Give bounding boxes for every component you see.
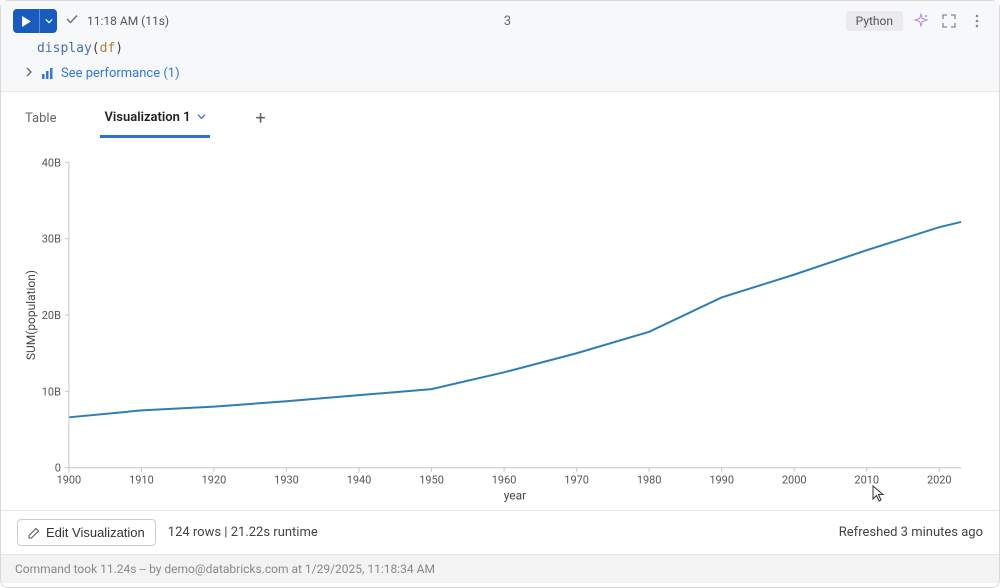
run-button[interactable] xyxy=(13,9,39,33)
run-button-group xyxy=(13,9,57,33)
line-chart[interactable]: 010B20B30B40B 19001910192019301940195019… xyxy=(21,148,979,510)
tab-viz-label: Visualization 1 xyxy=(104,110,190,125)
expand-icon[interactable] xyxy=(939,11,959,31)
svg-text:1980: 1980 xyxy=(637,474,662,487)
svg-text:1950: 1950 xyxy=(419,474,444,487)
more-menu-icon[interactable] xyxy=(967,11,987,31)
performance-link-text: See performance (1) xyxy=(61,66,180,81)
see-performance-link[interactable]: See performance (1) xyxy=(41,66,180,81)
code-cell[interactable]: display(df) xyxy=(1,37,999,60)
performance-row: See performance (1) xyxy=(1,60,999,92)
success-check-icon xyxy=(65,12,79,30)
population-line xyxy=(69,222,961,417)
play-icon xyxy=(21,16,32,27)
language-badge[interactable]: Python xyxy=(846,11,903,31)
edit-viz-label: Edit Visualization xyxy=(46,525,145,540)
svg-text:2010: 2010 xyxy=(854,474,879,487)
chevron-down-icon xyxy=(197,112,206,124)
svg-text:20B: 20B xyxy=(42,309,61,322)
y-axis-title: SUM(population) xyxy=(24,270,38,360)
output-tabs: Table Visualization 1 + xyxy=(1,100,999,138)
svg-text:1960: 1960 xyxy=(492,474,517,487)
bar-chart-icon xyxy=(41,68,55,80)
svg-text:2020: 2020 xyxy=(927,474,952,487)
svg-text:1990: 1990 xyxy=(709,474,734,487)
svg-text:1970: 1970 xyxy=(564,474,589,487)
assistant-sparkle-icon[interactable] xyxy=(911,11,931,31)
svg-text:1920: 1920 xyxy=(202,474,227,487)
cell-number: 3 xyxy=(177,14,838,29)
svg-text:1910: 1910 xyxy=(129,474,154,487)
code-argument: df xyxy=(100,41,116,56)
svg-text:1900: 1900 xyxy=(57,474,82,487)
run-dropdown[interactable] xyxy=(39,9,57,33)
code-function: display xyxy=(37,41,92,56)
viz-footer: Edit Visualization 124 rows | 21.22s run… xyxy=(1,510,999,554)
chevron-down-icon xyxy=(45,17,53,25)
edit-visualization-button[interactable]: Edit Visualization xyxy=(17,519,156,546)
expand-chevron-icon[interactable] xyxy=(25,67,33,80)
tab-table[interactable]: Table xyxy=(21,101,60,136)
rows-runtime-info: 124 rows | 21.22s runtime xyxy=(168,525,318,540)
chart-container: 010B20B30B40B 19001910192019301940195019… xyxy=(1,138,999,510)
pencil-icon xyxy=(28,527,40,539)
refreshed-time: Refreshed 3 minutes ago xyxy=(839,525,983,540)
add-tab-button[interactable]: + xyxy=(250,102,272,135)
x-axis-title: year xyxy=(504,489,526,503)
execution-time: 11:18 AM (11s) xyxy=(87,14,169,28)
tab-visualization-1[interactable]: Visualization 1 xyxy=(100,100,209,138)
svg-text:10B: 10B xyxy=(42,385,61,398)
svg-text:2000: 2000 xyxy=(782,474,807,487)
y-axis: 010B20B30B40B xyxy=(42,156,69,474)
svg-text:40B: 40B xyxy=(42,156,61,169)
svg-text:1930: 1930 xyxy=(274,474,299,487)
cell-header: 11:18 AM (11s) 3 Python xyxy=(1,1,999,37)
svg-text:30B: 30B xyxy=(42,233,61,246)
x-axis: 1900 1910 1920 1930 1940 1950 1960 1970 1980 1990… xyxy=(57,468,952,487)
svg-text:1940: 1940 xyxy=(347,474,372,487)
status-bar: Command took 11.24s -- by demo@databrick… xyxy=(1,554,999,583)
